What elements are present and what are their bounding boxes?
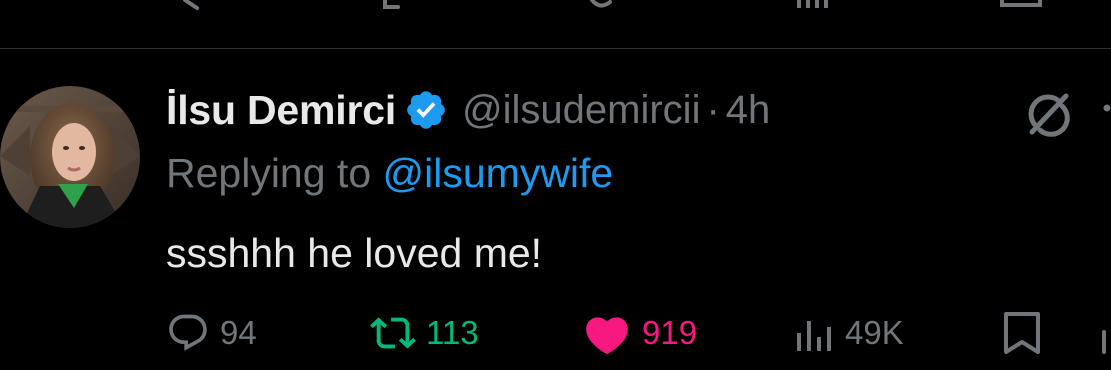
tweet-divider [0, 48, 1111, 49]
reply-bubble-icon [166, 311, 210, 355]
share-icon[interactable] [1096, 330, 1111, 354]
like-button[interactable]: 919 [582, 308, 697, 358]
tweet-text: ssshhh he loved me! [166, 230, 543, 276]
tweet-header: İlsu Demirci @ilsudemircii · 4h [166, 82, 770, 138]
repost-button[interactable]: 113 [370, 308, 479, 358]
avatar-photo [0, 86, 140, 228]
separator-dot: · [706, 87, 720, 132]
bookmark-icon [1002, 310, 1042, 356]
repost-count: 113 [426, 314, 479, 351]
tweet-actions: 94 113 919 49K [0, 308, 1111, 358]
replying-to-label: Replying to [166, 150, 372, 196]
handle[interactable]: @ilsudemircii [462, 88, 700, 133]
more-dots-icon[interactable] [1098, 98, 1111, 118]
replying-to-line: Replying to @ilsumywife [166, 150, 613, 197]
views-button[interactable]: 49K [795, 308, 904, 358]
like-count: 919 [642, 314, 698, 351]
timestamp[interactable]: 4h [726, 88, 771, 133]
previous-tweet-actions [0, 0, 1111, 14]
display-name[interactable]: İlsu Demirci [166, 87, 396, 134]
reply-count: 94 [220, 314, 257, 351]
verified-badge-icon[interactable] [404, 88, 448, 132]
grok-icon[interactable] [1022, 88, 1074, 140]
bookmark-button[interactable] [1002, 308, 1042, 358]
reply-button[interactable]: 94 [166, 308, 257, 358]
heart-filled-icon [582, 310, 632, 356]
avatar[interactable] [0, 86, 140, 228]
views-bars-icon [795, 311, 835, 355]
reply-mention-link[interactable]: @ilsumywife [383, 150, 614, 196]
views-count: 49K [845, 314, 904, 351]
repost-arrows-icon [370, 310, 416, 356]
previous-tweet-icons-fragment [183, 0, 1042, 10]
